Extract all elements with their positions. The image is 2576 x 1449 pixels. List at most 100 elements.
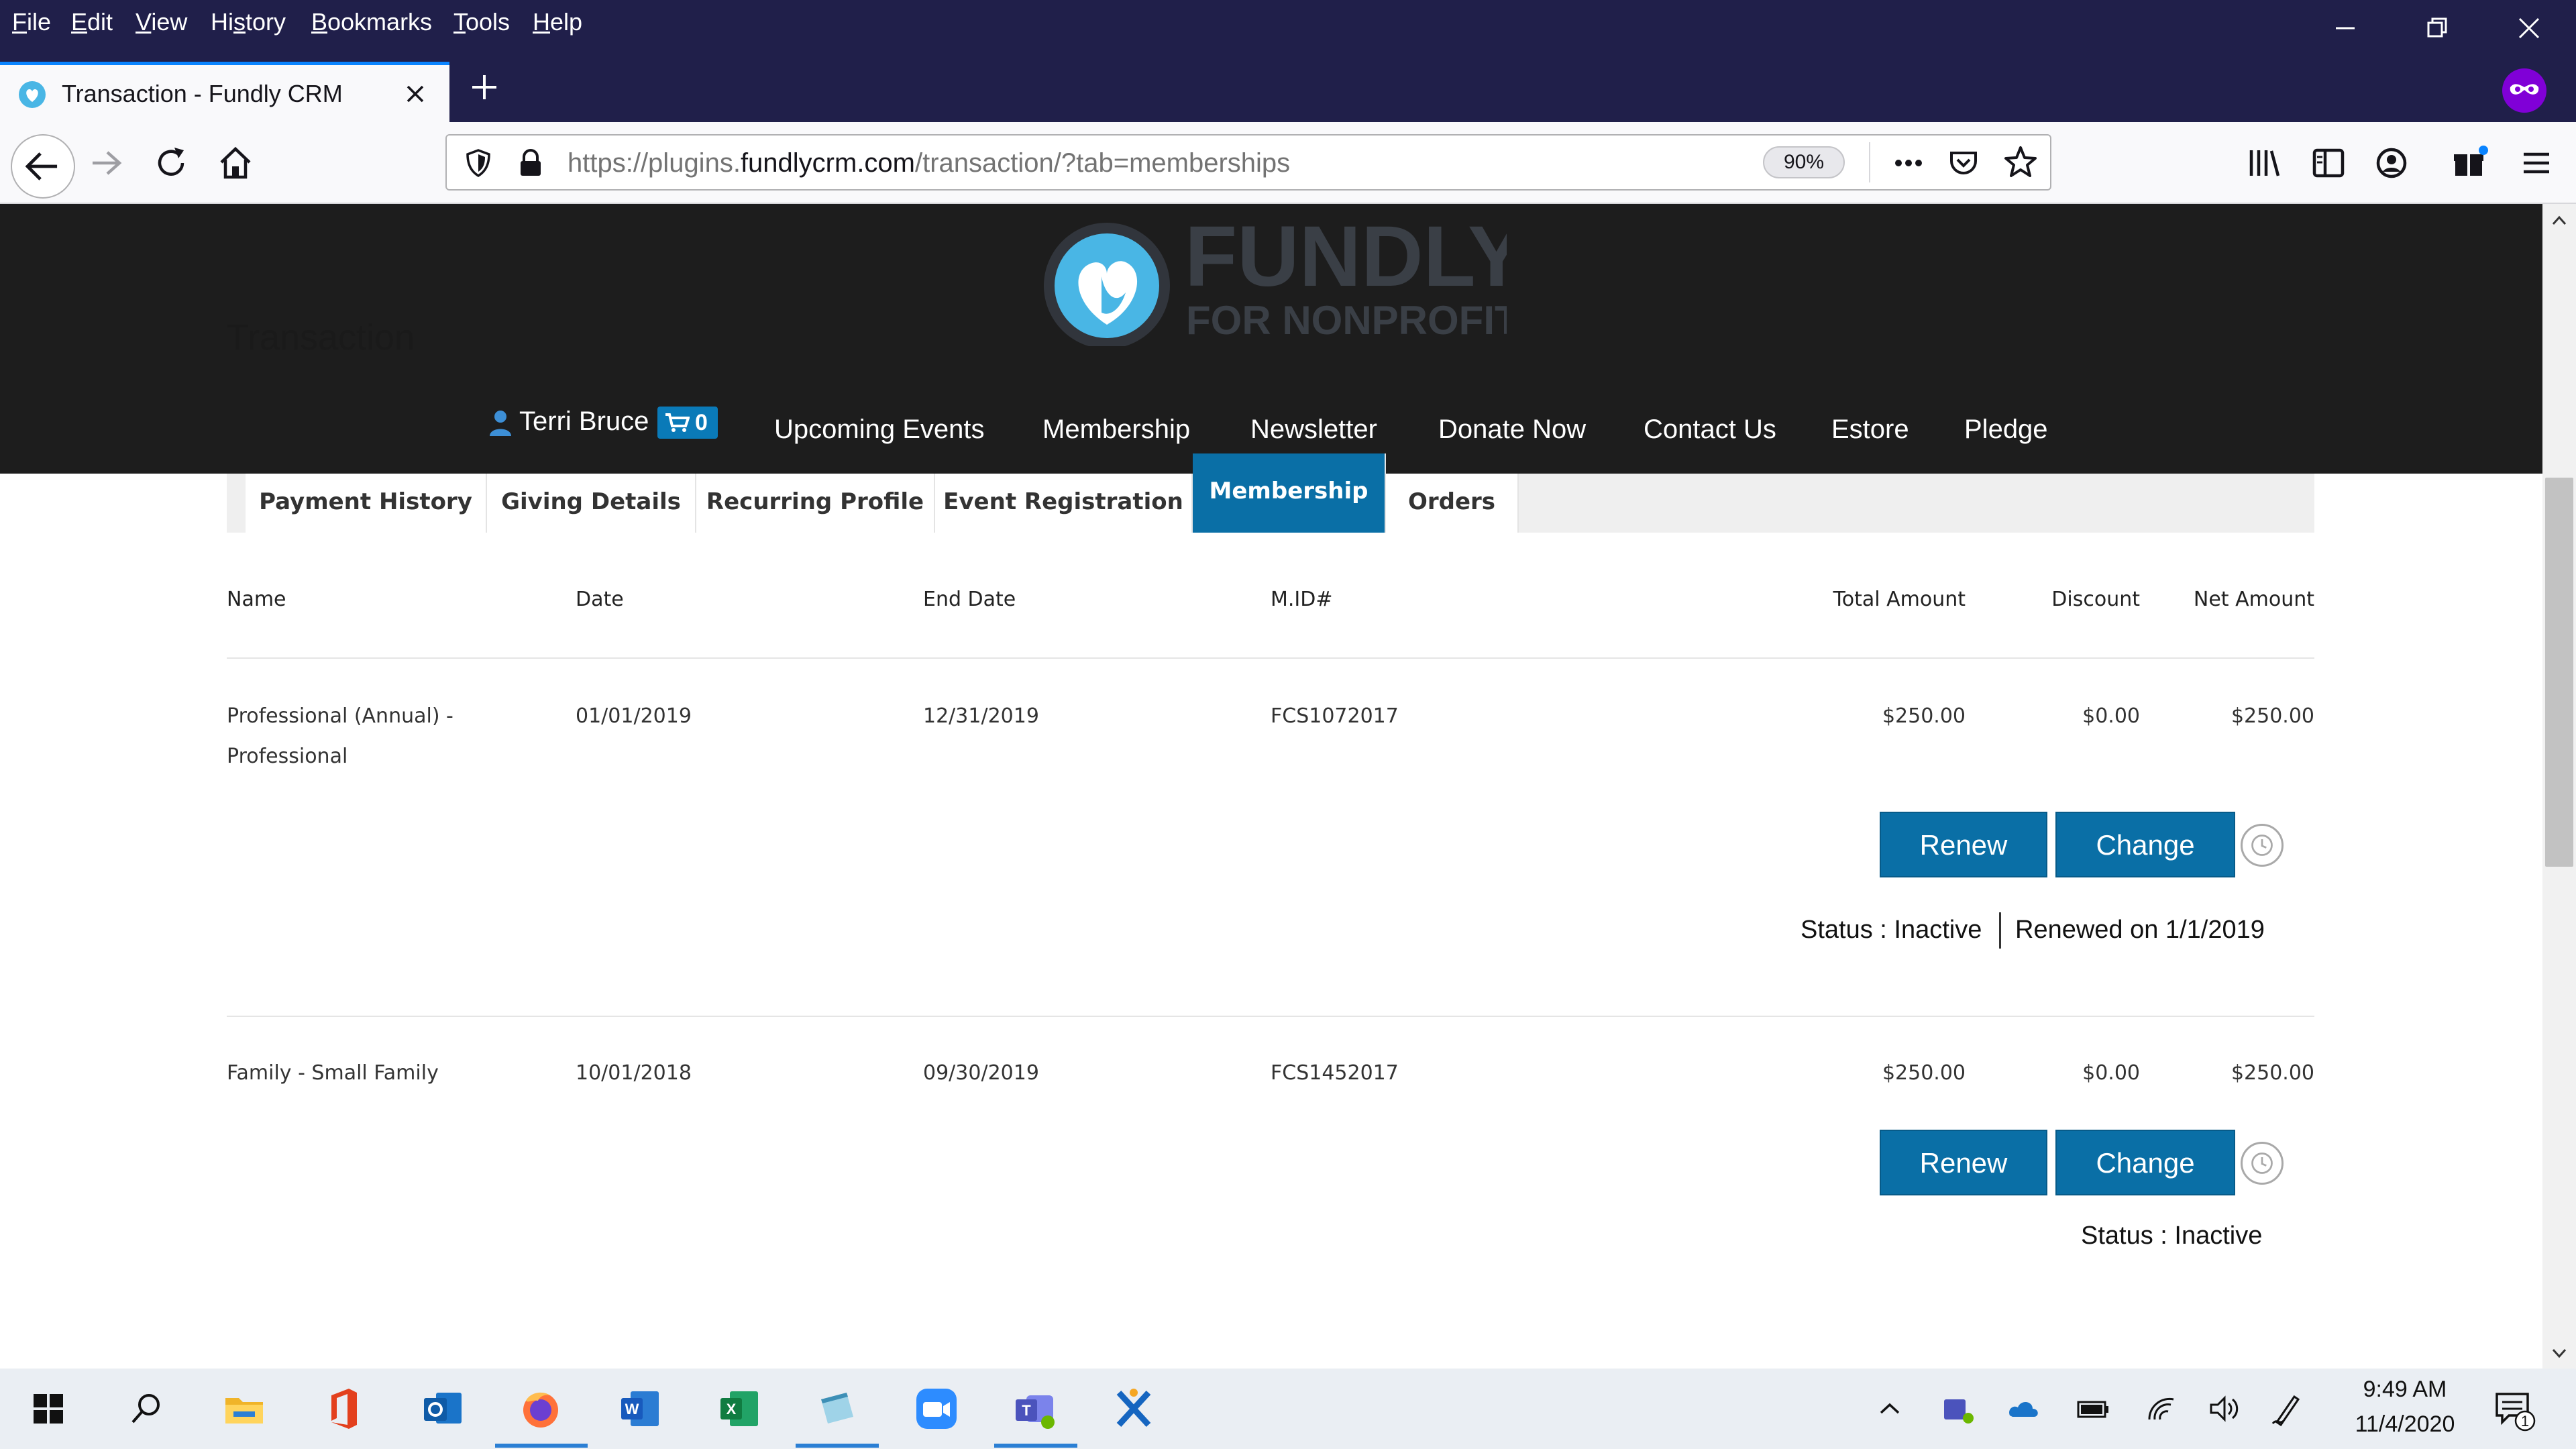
- volume-icon[interactable]: [2204, 1383, 2245, 1434]
- cart-button[interactable]: 0: [657, 407, 718, 439]
- url-bar[interactable]: https://plugins.fundlycrm.com/transactio…: [445, 134, 2051, 191]
- extensions-gift-icon[interactable]: [2446, 140, 2493, 186]
- sidebar-icon[interactable]: [2305, 140, 2352, 186]
- user-name[interactable]: Terri Bruce: [519, 402, 649, 440]
- tab-giving-details[interactable]: Giving Details: [487, 474, 696, 533]
- site-header: FUNDLY FOR NONPROFITS Transaction Terri …: [0, 204, 2542, 474]
- tab-membership[interactable]: Membership: [1193, 453, 1386, 533]
- teams-tray-icon[interactable]: [1937, 1383, 1978, 1434]
- tab-recurring-profile[interactable]: Recurring Profile: [696, 474, 935, 533]
- column-header-total-amount: Total Amount: [1833, 588, 1966, 611]
- taskbar-date[interactable]: 11/4/2020: [2314, 1411, 2496, 1438]
- restore-button[interactable]: [2418, 8, 2458, 48]
- show-hidden-icons-icon[interactable]: [1873, 1383, 1907, 1434]
- account-icon[interactable]: [2368, 140, 2415, 186]
- transaction-tabs: Payment History Giving Details Recurring…: [227, 453, 2314, 533]
- close-window-button[interactable]: [2509, 8, 2549, 48]
- menu-bookmarks[interactable]: Bookmarks: [311, 7, 432, 38]
- browser-tab[interactable]: Transaction - Fundly CRM: [0, 62, 449, 122]
- taskbar-time[interactable]: 9:49 AM: [2314, 1377, 2496, 1403]
- page-actions-icon[interactable]: [1890, 146, 1927, 180]
- bookmark-star-icon[interactable]: [2002, 144, 2039, 181]
- reload-button[interactable]: [148, 140, 195, 186]
- notification-count: 1: [2521, 1413, 2529, 1430]
- action-center-icon[interactable]: 1: [2489, 1383, 2542, 1434]
- fundly-logo[interactable]: FUNDLY FOR NONPROFITS: [1037, 212, 1507, 346]
- pocket-icon[interactable]: [1945, 145, 1982, 181]
- page-scrollbar[interactable]: [2542, 204, 2576, 1368]
- renew-button[interactable]: Renew: [1880, 812, 2047, 877]
- history-clock-icon[interactable]: [2241, 824, 2284, 867]
- cart-count: 0: [695, 410, 708, 435]
- scroll-down-icon[interactable]: [2549, 1343, 2569, 1363]
- new-tab-button[interactable]: [464, 67, 504, 107]
- onedrive-icon[interactable]: [2003, 1383, 2043, 1434]
- row-end-date: 12/31/2019: [923, 704, 1039, 728]
- outlook-icon[interactable]: [417, 1383, 468, 1434]
- row-net-amount: $250.00: [2231, 704, 2314, 728]
- firefox-running-indicator: [495, 1444, 588, 1448]
- private-browsing-icon: [2502, 68, 2546, 113]
- back-button[interactable]: [11, 134, 75, 199]
- menu-help[interactable]: Help: [533, 7, 582, 38]
- nav-upcoming-events[interactable]: Upcoming Events: [774, 412, 984, 447]
- row-total-amount: $250.00: [1882, 1061, 1966, 1085]
- nav-newsletter[interactable]: Newsletter: [1250, 412, 1377, 447]
- page-title: Transaction: [227, 317, 415, 358]
- nav-contact-us[interactable]: Contact Us: [1644, 412, 1776, 447]
- x-app-icon[interactable]: [1108, 1383, 1159, 1434]
- menu-history[interactable]: History: [211, 7, 286, 38]
- excel-icon[interactable]: X: [714, 1383, 765, 1434]
- row-total-amount: $250.00: [1882, 704, 1966, 728]
- menu-view[interactable]: View: [136, 7, 187, 38]
- tab-strip: Transaction - Fundly CRM: [0, 47, 2576, 122]
- minimize-button[interactable]: [2325, 8, 2365, 48]
- nav-pledge[interactable]: Pledge: [1964, 412, 2048, 447]
- urlbar-separator: [1869, 142, 1870, 182]
- history-clock-icon[interactable]: [2241, 1142, 2284, 1185]
- office-icon[interactable]: [318, 1383, 369, 1434]
- tab-event-registration[interactable]: Event Registration: [935, 474, 1193, 533]
- zoom-icon[interactable]: [911, 1383, 962, 1434]
- change-button[interactable]: Change: [2055, 812, 2235, 877]
- notepad-icon[interactable]: [812, 1383, 863, 1434]
- wifi-icon[interactable]: [2141, 1383, 2182, 1434]
- menu-edit[interactable]: Edit: [71, 7, 113, 38]
- pen-ink-icon[interactable]: [2267, 1383, 2308, 1434]
- row-end-date: 09/30/2019: [923, 1061, 1039, 1085]
- teams-icon[interactable]: T: [1009, 1383, 1060, 1434]
- library-icon[interactable]: [2241, 140, 2288, 186]
- menu-bar: File Edit View History Bookmarks Tools H…: [0, 0, 2576, 47]
- tab-payment-history[interactable]: Payment History: [246, 474, 487, 533]
- lock-icon[interactable]: [514, 146, 547, 180]
- hamburger-menu-icon[interactable]: [2513, 140, 2560, 186]
- nav-membership[interactable]: Membership: [1042, 412, 1190, 447]
- renew-button[interactable]: Renew: [1880, 1130, 2047, 1195]
- menu-file[interactable]: File: [12, 7, 51, 38]
- nav-donate-now[interactable]: Donate Now: [1438, 412, 1586, 447]
- notepad-running-indicator: [796, 1444, 879, 1448]
- tab-orders[interactable]: Orders: [1386, 474, 1519, 533]
- windows-start-icon[interactable]: [23, 1383, 74, 1434]
- tracking-shield-icon[interactable]: [462, 146, 495, 180]
- word-icon[interactable]: W: [614, 1383, 665, 1434]
- status-text: Status : Inactive: [1801, 916, 1982, 944]
- nav-estore[interactable]: Estore: [1831, 412, 1909, 447]
- status-text: Status : Inactive: [2081, 1222, 2263, 1250]
- scroll-thumb[interactable]: [2545, 478, 2573, 867]
- url-text[interactable]: https://plugins.fundlycrm.com/transactio…: [568, 146, 1290, 180]
- home-button[interactable]: [212, 140, 259, 186]
- column-header-discount: Discount: [2051, 588, 2140, 611]
- battery-icon[interactable]: [2073, 1383, 2113, 1434]
- firefox-icon[interactable]: [515, 1383, 566, 1434]
- close-tab-icon[interactable]: [400, 78, 431, 109]
- scroll-up-icon[interactable]: [2549, 211, 2569, 231]
- forward-button[interactable]: [83, 140, 130, 186]
- menu-tools[interactable]: Tools: [453, 7, 510, 38]
- zoom-level-button[interactable]: 90%: [1763, 146, 1845, 178]
- file-explorer-icon[interactable]: [219, 1383, 270, 1434]
- search-icon[interactable]: [121, 1383, 172, 1434]
- renewed-text: Renewed on 1/1/2019: [2015, 916, 2265, 944]
- change-button[interactable]: Change: [2055, 1130, 2235, 1195]
- logo-wordmark: FUNDLY: [1185, 212, 1507, 305]
